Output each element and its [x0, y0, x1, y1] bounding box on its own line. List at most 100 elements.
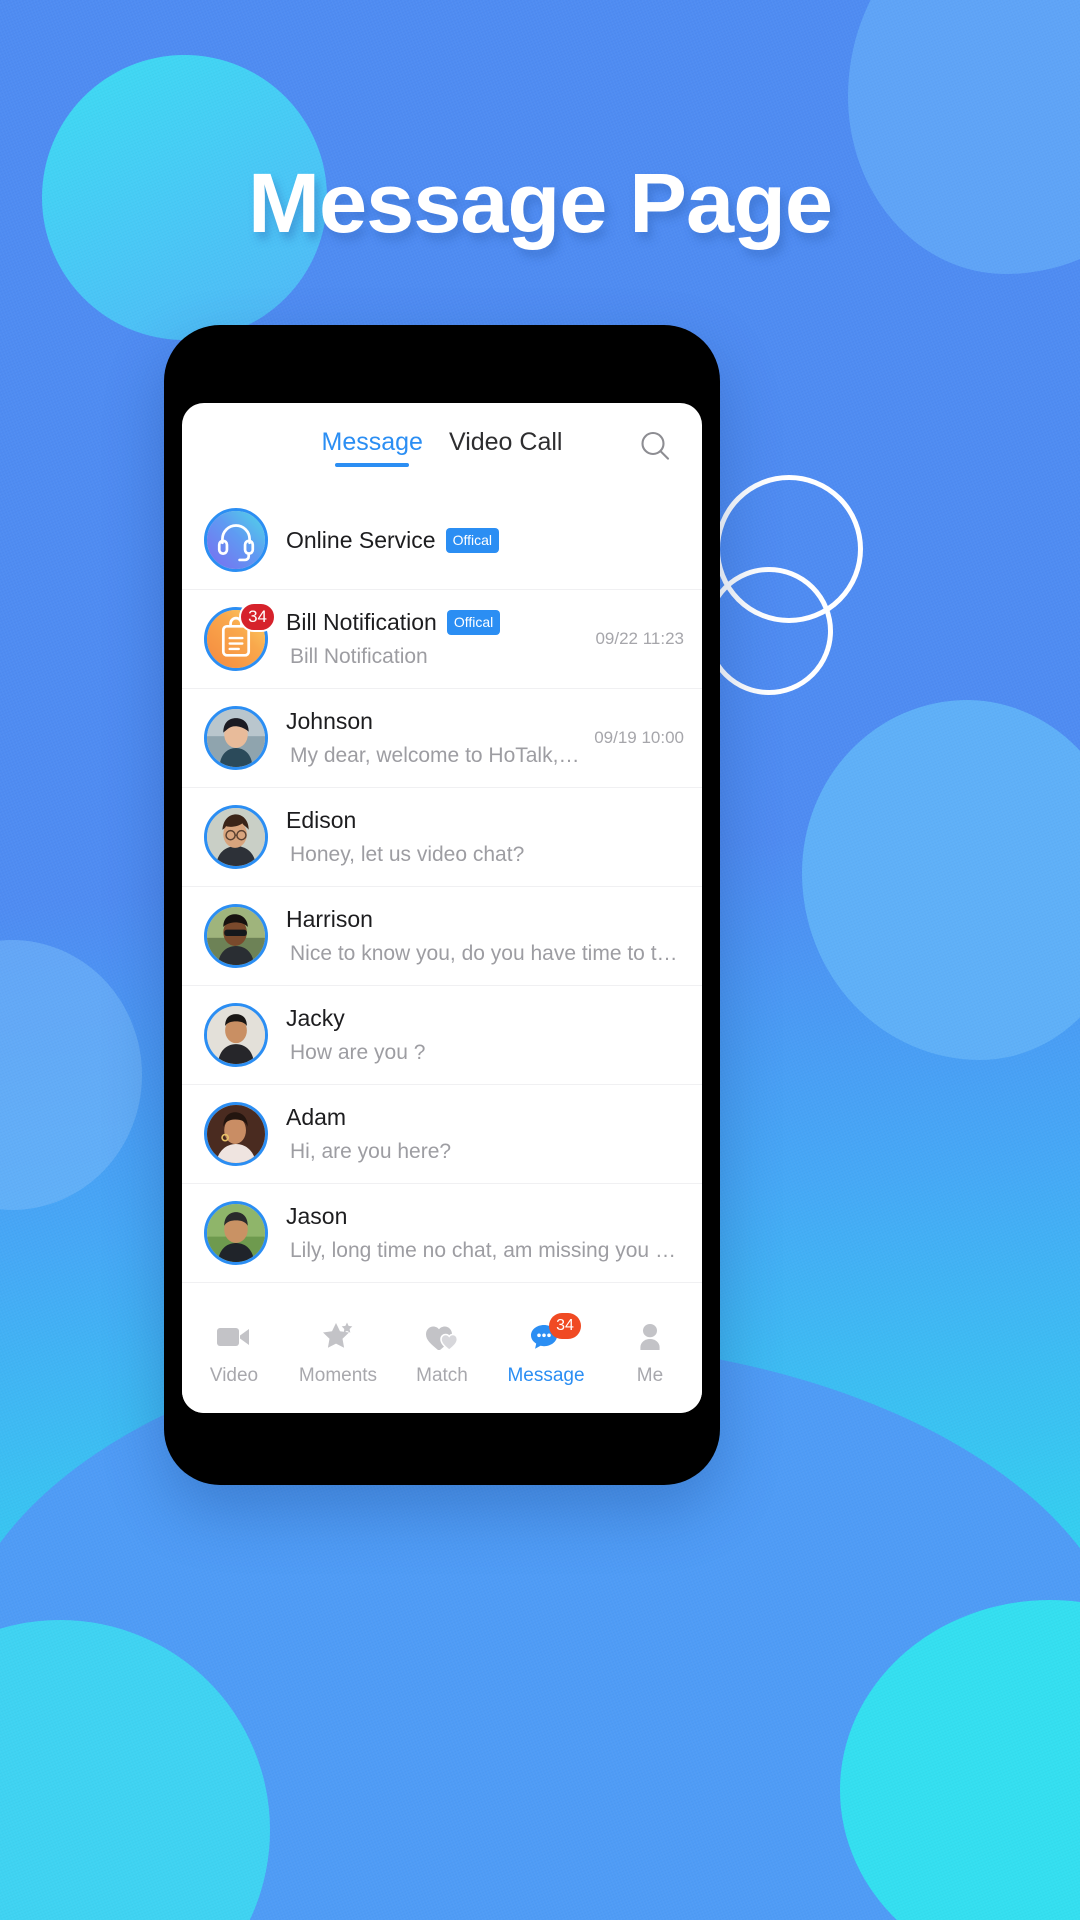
nav-label-message: Message	[507, 1364, 585, 1386]
message-title-line: Edison	[286, 807, 684, 834]
search-icon	[641, 431, 670, 460]
message-title-line: Bill Notification Offical	[286, 609, 585, 636]
message-time: 09/22 11:23	[595, 629, 684, 648]
message-preview: Bill Notification	[290, 645, 428, 668]
tab-message-label: Message	[321, 427, 423, 456]
avatar-wrap	[204, 805, 268, 869]
avatar	[204, 805, 268, 869]
official-badge: Offical	[445, 527, 500, 553]
message-row-johnson[interactable]: Johnson My dear, welcome to HoTalk, enjo…	[182, 689, 702, 788]
person-icon	[640, 1323, 660, 1350]
contact-name: Harrison	[286, 906, 373, 932]
nav-label-me: Me	[636, 1364, 664, 1386]
nav-label-video: Video	[209, 1364, 259, 1386]
contact-name: Jacky	[286, 1005, 345, 1031]
message-title-line: Johnson	[286, 708, 584, 735]
bottom-navigation: Video Moments Match 34 Message Me	[182, 1305, 702, 1413]
nav-label-match: Match	[416, 1364, 468, 1386]
nav-item-me[interactable]: Me	[598, 1318, 702, 1387]
message-body: Adam Hi, are you here?	[286, 1104, 684, 1164]
avatar	[204, 904, 268, 968]
message-body: Jason Lily, long time no chat, am missin…	[286, 1203, 684, 1263]
avatar	[204, 1102, 268, 1166]
message-title-line: Jacky	[286, 1005, 684, 1032]
message-row-edison[interactable]: Edison Honey, let us video chat?	[182, 788, 702, 887]
message-row-jason[interactable]: Jason Lily, long time no chat, am missin…	[182, 1184, 702, 1283]
avatar-wrap	[204, 706, 268, 770]
avatar-wrap	[204, 1102, 268, 1166]
unread-badge: 34	[239, 602, 276, 632]
message-preview: Nice to know you, do you have time to ta…	[290, 942, 684, 965]
nav-unread-badge: 34	[549, 1312, 581, 1339]
message-title-line: Adam	[286, 1104, 684, 1131]
tab-video-call[interactable]: Video Call	[449, 428, 563, 467]
contact-name: Jason	[286, 1203, 348, 1229]
avatar-wrap: 34	[204, 602, 276, 671]
photo-jacky-avatar	[207, 1006, 265, 1064]
nav-item-match[interactable]: Match	[390, 1318, 494, 1387]
message-title-line: Online Service Offical	[286, 527, 684, 554]
photo-harrison-avatar	[207, 907, 265, 965]
decorative-rings	[705, 475, 905, 705]
nav-icon-wrap	[629, 1318, 671, 1356]
message-body: Jacky How are you ?	[286, 1005, 684, 1065]
tab-message[interactable]: Message	[322, 428, 423, 467]
official-badge: Offical	[446, 610, 501, 635]
phone-screen: Message Video Call Online Service Offica…	[182, 403, 702, 1413]
video-camera-icon	[217, 1327, 249, 1346]
contact-name: Online Service	[286, 526, 436, 553]
message-preview: My dear, welcome to HoTalk, enjoy yourse…	[290, 744, 584, 767]
contact-name: Edison	[286, 807, 357, 833]
message-row-harrison[interactable]: Harrison Nice to know you, do you have t…	[182, 887, 702, 986]
message-row-jacky[interactable]: Jacky How are you ?	[182, 986, 702, 1085]
message-body: Edison Honey, let us video chat?	[286, 807, 684, 867]
tab-video-call-label: Video Call	[448, 427, 563, 456]
message-title-line: Harrison	[286, 906, 684, 933]
hearts-icon	[426, 1326, 459, 1351]
message-body: Harrison Nice to know you, do you have t…	[286, 906, 684, 966]
phone-mockup: Message Video Call Online Service Offica…	[164, 325, 720, 1485]
message-row-bill-notification[interactable]: 34 Bill Notification Offical Bill Notifi…	[182, 590, 702, 689]
nav-item-video[interactable]: Video	[182, 1318, 286, 1387]
message-title-line: Jason	[286, 1203, 684, 1230]
avatar-wrap	[204, 904, 268, 968]
message-preview: Honey, let us video chat?	[290, 843, 525, 866]
message-row-adam[interactable]: Adam Hi, are you here?	[182, 1085, 702, 1184]
nav-icon-wrap	[317, 1318, 359, 1356]
message-body: Online Service Offical	[286, 527, 684, 554]
contact-name: Johnson	[286, 708, 373, 734]
message-body: Bill Notification Offical Bill Notificat…	[286, 609, 585, 669]
avatar-wrap	[204, 1201, 268, 1265]
message-list[interactable]: Online Service Offical 34 Bill Notificat…	[182, 491, 702, 1305]
ring-small-icon	[705, 567, 833, 695]
message-time: 09/19 10:00	[594, 728, 684, 747]
avatar	[204, 1003, 268, 1067]
photo-adam-avatar	[207, 1105, 265, 1163]
photo-jason-avatar	[207, 1204, 265, 1262]
message-preview: Lily, long time no chat, am missing you …	[290, 1239, 684, 1262]
photo-johnson-avatar	[207, 709, 265, 767]
nav-item-moments[interactable]: Moments	[286, 1318, 390, 1387]
nav-icon-wrap	[213, 1318, 255, 1356]
contact-name: Bill Notification	[286, 609, 437, 635]
nav-item-message[interactable]: 34 Message	[494, 1312, 598, 1387]
headset-icon	[207, 511, 265, 569]
nav-label-moments: Moments	[298, 1364, 378, 1386]
avatar	[204, 706, 268, 770]
contact-name: Adam	[286, 1104, 347, 1130]
star-icon	[323, 1322, 353, 1348]
message-preview: How are you ?	[290, 1041, 426, 1064]
avatar	[204, 1201, 268, 1265]
photo-edison-avatar	[207, 808, 265, 866]
app-header: Message Video Call	[182, 403, 702, 491]
avatar-wrap	[204, 1003, 268, 1067]
page-title: Message Page	[247, 156, 833, 250]
avatar	[204, 508, 268, 572]
message-preview: Hi, are you here?	[290, 1140, 452, 1163]
message-row-online-service[interactable]: Online Service Offical	[182, 491, 702, 590]
search-button[interactable]	[634, 425, 678, 469]
nav-icon-wrap: 34	[525, 1312, 581, 1356]
message-body: Johnson My dear, welcome to HoTalk, enjo…	[286, 708, 584, 768]
tab-bar: Message Video Call	[322, 428, 563, 467]
avatar-wrap	[204, 508, 268, 572]
